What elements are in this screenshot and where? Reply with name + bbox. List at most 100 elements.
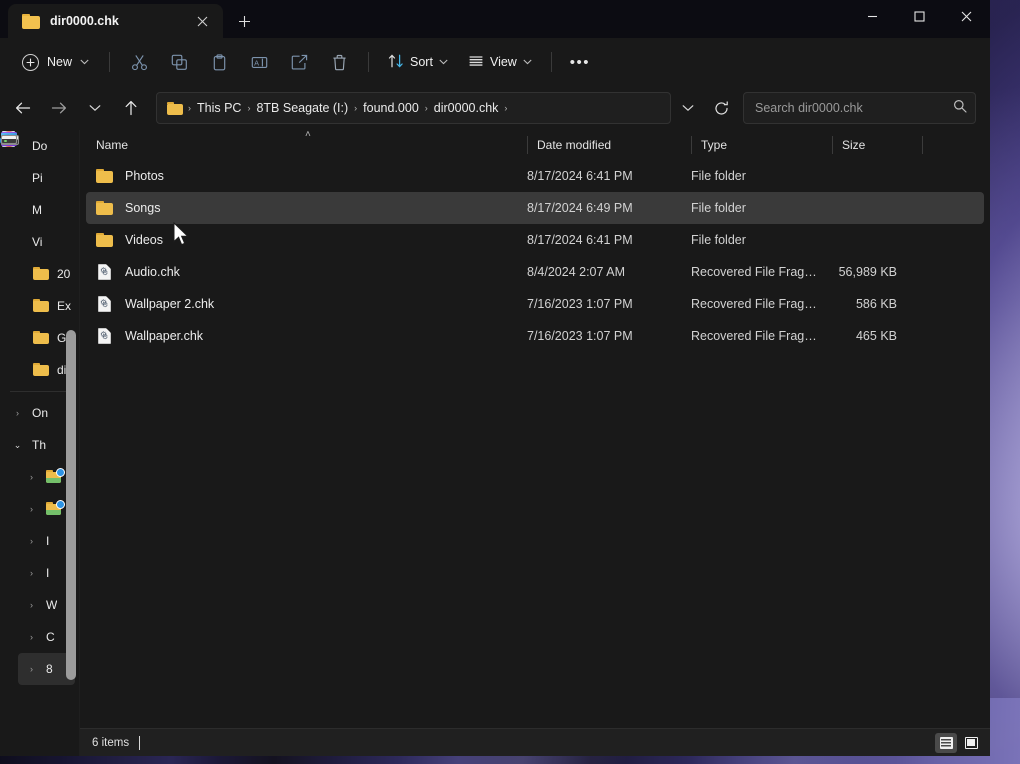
sync-folder-icon [46, 500, 64, 518]
breadcrumb-item-drive[interactable]: 8TB Seagate (I:) [251, 96, 353, 120]
sidebar-item-label: W [46, 598, 57, 612]
cut-button[interactable] [120, 46, 158, 78]
breadcrumb-item-found[interactable]: found.000 [358, 96, 424, 120]
file-name-label: Photos [125, 169, 164, 183]
file-row[interactable]: ⚙⚙Audio.chk8/4/2024 2:07 AMRecovered Fil… [86, 256, 984, 288]
sidebar-item-label: Do [32, 139, 47, 153]
column-header-name[interactable]: ˄ Name [96, 130, 527, 160]
search-icon[interactable] [953, 99, 967, 118]
back-arrow-icon[interactable] [6, 93, 40, 123]
sidebar-item-m[interactable]: M [4, 194, 75, 226]
sidebar-item-label: C [46, 630, 55, 644]
forward-arrow-icon[interactable] [42, 93, 76, 123]
sync-folder-icon [46, 468, 64, 486]
rename-button[interactable]: A [240, 46, 278, 78]
sidebar-item-pi[interactable]: Pi [4, 162, 75, 194]
desktop: dir0000.chk [0, 0, 1020, 764]
file-type-cell: File folder [681, 201, 822, 215]
chevron-right-icon[interactable]: › [24, 472, 39, 482]
file-date-cell: 8/4/2024 2:07 AM [517, 265, 681, 279]
file-name-label: Videos [125, 233, 163, 247]
file-type-cell: Recovered File Frag… [681, 265, 822, 279]
column-header-type[interactable]: Type [691, 130, 832, 160]
sidebar-item-th[interactable]: ⌄ Th [4, 429, 75, 461]
column-header-date-modified[interactable]: Date modified [527, 130, 691, 160]
sidebar-item-ga[interactable]: Ga [4, 322, 75, 354]
file-explorer-window: dir0000.chk [0, 0, 990, 756]
share-button[interactable] [280, 46, 318, 78]
breadcrumb[interactable]: › This PC › 8TB Seagate (I:) › found.000… [156, 92, 671, 124]
chevron-right-icon[interactable]: › [10, 408, 25, 418]
sidebar-item-on[interactable]: ›On [4, 397, 75, 429]
chevron-down-icon[interactable]: ⌄ [10, 440, 25, 451]
navigation-scrollbar[interactable] [66, 330, 76, 680]
column-header-size-label: Size [842, 138, 865, 152]
sidebar-item-ex[interactable]: Ex [4, 290, 75, 322]
file-icon: ⚙⚙ [96, 296, 114, 313]
file-type-cell: Recovered File Frag… [681, 297, 822, 311]
command-bar: New [0, 38, 990, 86]
chevron-right-icon[interactable]: › [24, 536, 39, 546]
chevron-right-icon[interactable]: › [24, 600, 39, 610]
delete-button[interactable] [320, 46, 358, 78]
chevron-right-icon[interactable]: › [24, 568, 39, 578]
minimize-icon[interactable] [849, 0, 896, 32]
refresh-icon[interactable] [705, 93, 737, 123]
paste-button[interactable] [200, 46, 238, 78]
sidebar-item-label: Th [32, 438, 46, 452]
up-arrow-icon[interactable] [114, 93, 148, 123]
address-dropdown-icon[interactable] [673, 93, 703, 123]
sidebar-item-label: 20 [57, 267, 70, 281]
text-caret [139, 736, 140, 750]
toolbar-divider [368, 52, 369, 72]
sidebar-item-vi[interactable]: Vi [4, 226, 75, 258]
file-row[interactable]: Photos8/17/2024 6:41 PMFile folder [86, 160, 984, 192]
status-left: 6 items [92, 736, 140, 750]
view-button[interactable]: View [459, 46, 541, 78]
folder-icon [96, 200, 114, 217]
file-date-cell: 7/16/2023 1:07 PM [517, 297, 681, 311]
sidebar-item-20[interactable]: 20 [4, 258, 75, 290]
large-icons-view-icon[interactable] [960, 733, 982, 753]
file-type-cell: Recovered File Frag… [681, 329, 822, 343]
copy-button[interactable] [160, 46, 198, 78]
column-header-size[interactable]: Size [832, 130, 923, 160]
close-icon[interactable] [189, 8, 215, 34]
chevron-right-icon[interactable]: › [24, 664, 39, 674]
content-pane: ˄ Name Date modified Type Size Photos8/1… [80, 130, 990, 756]
details-view-icon[interactable] [935, 733, 957, 753]
tab-strip: dir0000.chk [0, 0, 261, 38]
search-box[interactable] [743, 92, 976, 124]
sort-icon [388, 53, 404, 72]
file-row[interactable]: Songs 8/17/2024 6:49 PMFile folder [86, 192, 984, 224]
column-headers: ˄ Name Date modified Type Size [80, 130, 990, 160]
chevron-right-icon[interactable]: › [24, 504, 39, 514]
breadcrumb-item-dir0000[interactable]: dir0000.chk [429, 96, 504, 120]
close-icon[interactable] [943, 0, 990, 32]
file-date-cell: 8/17/2024 6:49 PM [517, 201, 681, 215]
tab-dir0000[interactable]: dir0000.chk [8, 4, 223, 38]
file-name-cell: Videos [96, 232, 517, 249]
file-type-cell: File folder [681, 233, 822, 247]
cut-icon [131, 54, 148, 71]
file-row[interactable]: ⚙⚙Wallpaper.chk7/16/2023 1:07 PMRecovere… [86, 320, 984, 352]
sort-button[interactable]: Sort [379, 46, 457, 78]
search-input[interactable] [755, 101, 947, 115]
chevron-right-icon[interactable]: › [24, 632, 39, 642]
folder-icon [32, 297, 50, 315]
rename-icon: A [251, 54, 268, 71]
breadcrumb-item-this-pc[interactable]: This PC [192, 96, 246, 120]
folder-icon [22, 14, 40, 29]
file-row[interactable]: Videos8/17/2024 6:41 PMFile folder [86, 224, 984, 256]
recent-locations-icon[interactable] [78, 93, 112, 123]
more-options-icon[interactable]: ••• [562, 46, 598, 78]
file-name-label: Songs [125, 201, 160, 215]
sidebar-item-di[interactable]: di [4, 354, 75, 386]
new-tab-button[interactable] [227, 4, 261, 38]
file-type-cell: File folder [681, 169, 822, 183]
column-header-date-label: Date modified [537, 138, 611, 152]
file-row[interactable]: ⚙⚙Wallpaper 2.chk7/16/2023 1:07 PMRecove… [86, 288, 984, 320]
file-name-label: Wallpaper.chk [125, 329, 203, 343]
new-button[interactable]: New [14, 46, 99, 78]
maximize-icon[interactable] [896, 0, 943, 32]
